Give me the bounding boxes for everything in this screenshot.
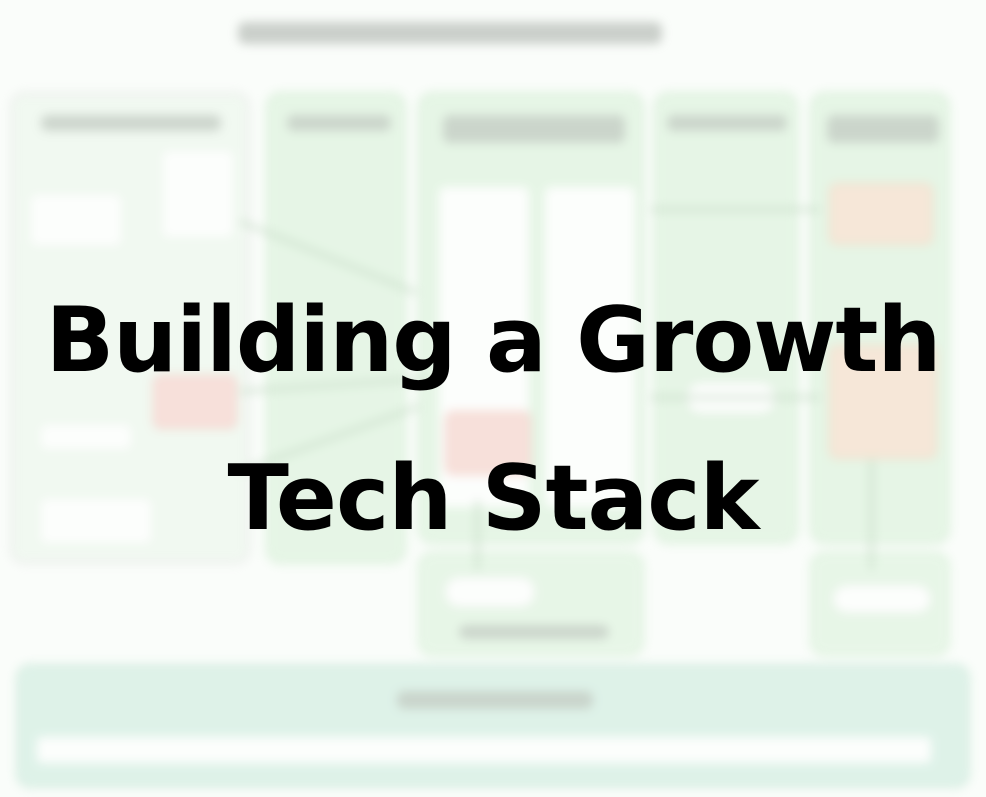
column-1-header-blur <box>41 115 221 131</box>
bottom-bar-header-blur <box>397 691 593 709</box>
column-3-subpanel-label-blur <box>459 625 609 639</box>
column-1-box-b <box>31 195 121 245</box>
column-5-header-blur <box>827 115 939 143</box>
slide-title-line-2: Tech Stack <box>227 446 759 551</box>
column-1-box-a <box>163 151 233 237</box>
slide-title-line-1: Building a Growth <box>45 288 942 393</box>
column-2-header-blur <box>287 115 391 131</box>
column-3-header-blur <box>443 115 625 143</box>
connector-line-4 <box>650 208 820 211</box>
column-4-header-blur <box>667 115 787 131</box>
slide: Building a Growth Tech Stack <box>0 0 986 797</box>
diagram-bottom-bar <box>16 664 970 788</box>
column-3-subpanel-pill <box>443 575 537 609</box>
slide-title: Building a Growth Tech Stack <box>0 262 986 578</box>
bottom-bar-white-strip <box>37 737 931 763</box>
diagram-title-blur <box>238 22 662 44</box>
column-5-orange-box-top <box>829 183 933 245</box>
column-5-subpanel-pill <box>831 583 933 615</box>
